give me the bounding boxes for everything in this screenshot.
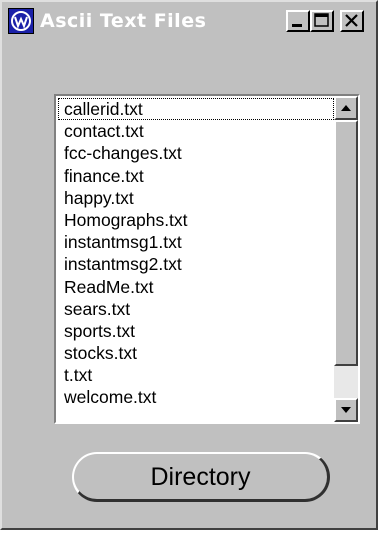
directory-button[interactable]: Directory xyxy=(72,452,330,502)
file-list[interactable]: callerid.txt contact.txt fcc-changes.txt fi… xyxy=(58,98,334,420)
list-item[interactable]: welcome.txt xyxy=(58,386,334,408)
arrow-down-icon xyxy=(341,407,351,413)
list-item[interactable]: t.txt xyxy=(58,364,334,386)
list-item[interactable]: instantmsg2.txt xyxy=(58,253,334,275)
scroll-down-button[interactable] xyxy=(334,398,358,422)
list-item[interactable]: contact.txt xyxy=(58,120,334,142)
arrow-up-icon xyxy=(341,105,351,111)
window-title: Ascii Text Files xyxy=(40,10,207,32)
scroll-thumb[interactable] xyxy=(334,120,358,366)
maximize-button[interactable] xyxy=(310,10,334,32)
app-window: Ascii Text Files callerid.txt contact.txt… xyxy=(0,0,378,530)
list-item[interactable]: sports.txt xyxy=(58,320,334,342)
list-item[interactable]: happy.txt xyxy=(58,187,334,209)
maximize-icon xyxy=(314,13,329,27)
close-icon xyxy=(345,14,358,27)
list-item[interactable]: ReadMe.txt xyxy=(58,276,334,298)
list-item[interactable]: callerid.txt xyxy=(58,98,334,121)
vertical-scrollbar[interactable] xyxy=(334,96,358,422)
scroll-up-button[interactable] xyxy=(334,96,358,120)
list-item[interactable]: sears.txt xyxy=(58,298,334,320)
close-button[interactable] xyxy=(340,10,364,32)
list-item[interactable]: Homographs.txt xyxy=(58,209,334,231)
list-item[interactable]: instantmsg1.txt xyxy=(58,231,334,253)
list-item[interactable]: stocks.txt xyxy=(58,342,334,364)
list-item[interactable]: finance.txt xyxy=(58,165,334,187)
file-listbox[interactable]: callerid.txt contact.txt fcc-changes.txt fi… xyxy=(54,94,360,424)
minimize-icon xyxy=(292,24,302,27)
list-item[interactable]: fcc-changes.txt xyxy=(58,142,334,164)
title-bar[interactable]: Ascii Text Files xyxy=(4,4,374,40)
minimize-button[interactable] xyxy=(286,10,310,32)
app-logo-icon[interactable] xyxy=(8,8,34,34)
